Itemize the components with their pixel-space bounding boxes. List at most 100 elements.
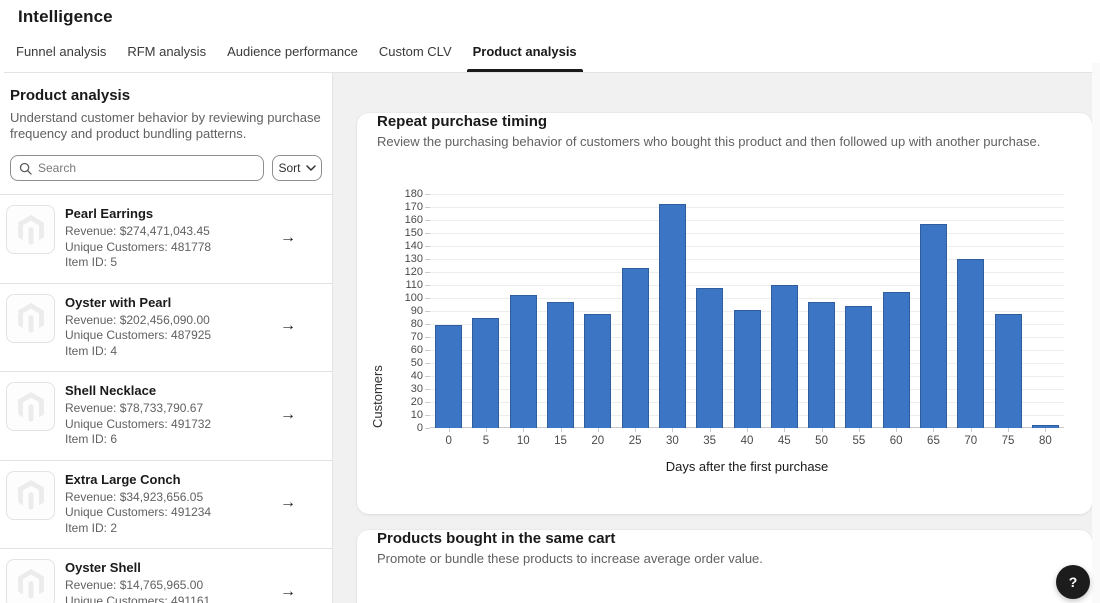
y-tick [425,233,430,234]
chart-plot-area [430,194,1064,428]
product-list: Pearl Earrings Revenue: $274,471,043.45 … [0,195,332,603]
bar-50-days [808,302,835,428]
product-item-id: Item ID: 4 [65,344,270,360]
gridline [430,194,1064,195]
tab[interactable]: RFM analysis [121,36,212,72]
y-axis-title: Customers [370,194,385,428]
x-tick [896,428,897,432]
x-tick [822,428,823,432]
sidebar-description: Understand customer behavior by reviewin… [10,110,322,142]
magento-placeholder-icon [18,215,44,245]
x-tick-label: 60 [878,435,915,447]
product-revenue: Revenue: $14,765,965.00 [65,578,270,594]
y-tick [425,194,430,195]
x-tick-label: 80 [1027,435,1064,447]
product-thumbnail [6,205,55,254]
x-tick-label: 15 [542,435,579,447]
product-thumbnail [6,294,55,343]
search-icon [19,162,32,175]
sidebar-title: Product analysis [10,87,322,104]
x-tick [747,428,748,432]
help-button[interactable]: ? [1056,565,1090,599]
x-tick [523,428,524,432]
product-name: Pearl Earrings [65,206,270,221]
y-tick-label: 160 [405,215,423,226]
tab-bar: Funnel analysis RFM analysis Audience pe… [4,36,1100,73]
x-axis-title: Days after the first purchase [430,459,1064,474]
tab[interactable]: Funnel analysis [10,36,112,72]
product-analysis-sidebar: Product analysis Understand customer beh… [0,73,333,603]
y-tick-label: 20 [411,397,423,408]
y-axis-tick-labels: 0102030405060708090100110120130140150160… [390,194,423,428]
y-tick [425,272,430,273]
y-tick [425,389,430,390]
x-tick-label: 30 [654,435,691,447]
y-tick-label: 100 [405,293,423,304]
y-tick-label: 90 [411,306,423,317]
magento-placeholder-icon [18,392,44,422]
product-name: Shell Necklace [65,383,270,398]
y-tick-label: 110 [405,280,423,291]
y-tick [425,324,430,325]
product-unique-customers: Unique Customers: 481778 [65,240,270,256]
product-item-id: Item ID: 5 [65,255,270,271]
product-unique-customers: Unique Customers: 487925 [65,328,270,344]
x-tick-label: 35 [691,435,728,447]
search-input[interactable] [38,161,255,175]
y-tick-label: 140 [405,241,423,252]
bar-35-days [696,288,723,428]
product-list-item[interactable]: Pearl Earrings Revenue: $274,471,043.45 … [0,195,332,284]
y-tick [425,402,430,403]
arrow-right-icon[interactable]: → [280,406,296,424]
tab[interactable]: Custom CLV [373,36,458,72]
product-item-id: Item ID: 6 [65,432,270,448]
product-list-item[interactable]: Oyster with Pearl Revenue: $202,456,090.… [0,284,332,373]
y-tick-label: 70 [411,332,423,343]
sort-button-label: Sort [278,161,300,175]
y-tick-label: 180 [405,189,423,200]
tab[interactable]: Product analysis [467,36,583,72]
product-revenue: Revenue: $34,923,656.05 [65,490,270,506]
x-tick [486,428,487,432]
y-tick-label: 120 [405,267,423,278]
x-tick-label: 20 [579,435,616,447]
x-tick [1045,428,1046,432]
y-tick [425,415,430,416]
y-tick-label: 60 [411,345,423,356]
arrow-right-icon[interactable]: → [280,317,296,335]
arrow-right-icon[interactable]: → [280,583,296,601]
x-tick [971,428,972,432]
product-list-item[interactable]: Oyster Shell Revenue: $14,765,965.00 Uni… [0,549,332,603]
tab[interactable]: Audience performance [221,36,364,72]
product-name: Oyster with Pearl [65,295,270,310]
y-tick-label: 0 [417,423,423,434]
product-list-item[interactable]: Extra Large Conch Revenue: $34,923,656.0… [0,461,332,550]
y-tick [425,259,430,260]
repeat-purchase-bar-chart: Customers 010203040506070809010011012013… [430,194,1064,428]
x-tick-label: 45 [766,435,803,447]
arrow-right-icon[interactable]: → [280,494,296,512]
arrow-right-icon[interactable]: → [280,229,296,247]
cart-card-title: Products bought in the same cart [377,530,1072,547]
y-tick [425,311,430,312]
y-tick [425,246,430,247]
x-tick-label: 50 [803,435,840,447]
bar-30-days [659,204,686,428]
bar-75-days [995,314,1022,428]
x-tick [710,428,711,432]
y-tick [425,337,430,338]
x-tick-label: 55 [840,435,877,447]
sort-button[interactable]: Sort [272,155,322,181]
y-tick [425,285,430,286]
x-tick [859,428,860,432]
product-list-item[interactable]: Shell Necklace Revenue: $78,733,790.67 U… [0,372,332,461]
y-tick-label: 150 [405,228,423,239]
x-tick-label: 25 [616,435,653,447]
main-panel: Repeat purchase timing Review the purcha… [333,73,1100,603]
product-revenue: Revenue: $78,733,790.67 [65,401,270,417]
scrollbar-track[interactable] [1092,63,1100,603]
bar-25-days [622,268,649,428]
repeat-purchase-timing-card: Repeat purchase timing Review the purcha… [357,113,1092,514]
x-tick-label: 0 [430,435,467,447]
chevron-down-icon [306,165,316,171]
